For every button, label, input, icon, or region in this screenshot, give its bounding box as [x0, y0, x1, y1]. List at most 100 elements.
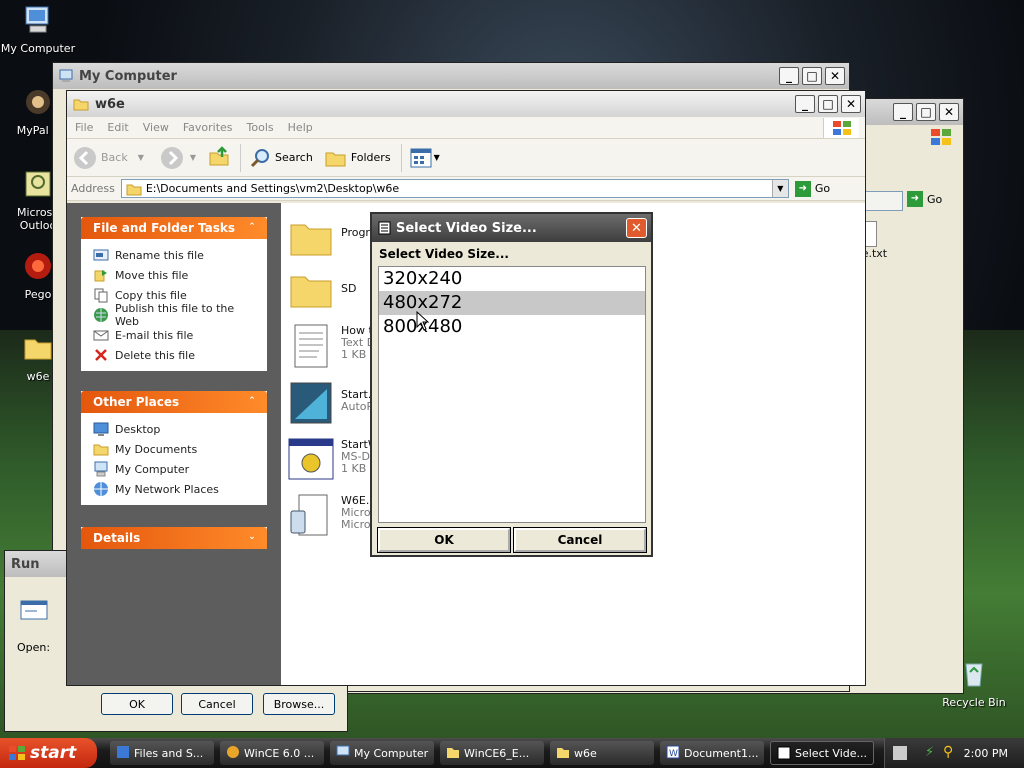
- folder-icon: [73, 99, 89, 111]
- taskbar-item[interactable]: WinCE6_E...: [440, 741, 544, 765]
- search-tray-icon[interactable]: ⚲: [943, 744, 953, 760]
- file-folder-tasks-header[interactable]: File and Folder Tasks ⌃: [81, 217, 267, 239]
- run-cancel-button[interactable]: Cancel: [181, 693, 253, 715]
- taskbar-item[interactable]: w6e: [550, 741, 654, 765]
- system-tray: ⚡ ⚲ 2:00 PM: [884, 738, 1024, 768]
- address-dropdown-button[interactable]: ▼: [771, 180, 788, 197]
- dialog-ok-button[interactable]: OK: [377, 527, 511, 553]
- taskbar-item[interactable]: My Computer: [330, 741, 434, 765]
- option-320x240[interactable]: 320x240: [379, 267, 645, 291]
- maximize-button[interactable]: □: [916, 103, 936, 121]
- computer-icon: [94, 461, 108, 477]
- minimize-button[interactable]: _: [795, 95, 815, 113]
- task-delete[interactable]: Delete this file: [93, 345, 259, 365]
- views-icon: [410, 148, 432, 167]
- close-button[interactable]: ✕: [939, 103, 959, 121]
- address-bar: Address E:\Documents and Settings\vm2\De…: [67, 177, 865, 201]
- file-item[interactable]: StartW MS-DO 1 KB: [287, 435, 379, 483]
- task-rename[interactable]: Rename this file: [93, 245, 259, 265]
- menu-tools[interactable]: Tools: [247, 121, 274, 134]
- app-icon: [227, 746, 239, 758]
- minimize-button[interactable]: _: [893, 103, 913, 121]
- explorer-titlebar[interactable]: w6e _ □ ✕: [67, 91, 865, 117]
- address-input[interactable]: E:\Documents and Settings\vm2\Desktop\w6…: [120, 179, 789, 198]
- taskbar-item-active[interactable]: Select Vide...: [770, 741, 874, 765]
- menu-help[interactable]: Help: [288, 121, 313, 134]
- desktop-icon: [93, 422, 109, 436]
- dialog-cancel-button[interactable]: Cancel: [513, 527, 647, 553]
- dialog-close-button[interactable]: ✕: [626, 218, 647, 238]
- chevron-down-icon[interactable]: ⌄: [245, 530, 259, 544]
- file-item[interactable]: SD: [287, 265, 356, 313]
- rename-icon: [93, 249, 109, 261]
- back-go-button[interactable]: ➜ Go: [907, 191, 942, 207]
- run-browse-button[interactable]: Browse...: [263, 693, 335, 715]
- run-icon: [19, 597, 49, 623]
- file-item[interactable]: W6E.e Microso Microso: [287, 491, 383, 539]
- task-email[interactable]: E-mail this file: [93, 325, 259, 345]
- minimize-button[interactable]: _: [779, 67, 799, 85]
- batch-file-icon: [288, 438, 334, 480]
- up-folder-button[interactable]: [208, 145, 230, 170]
- details-header[interactable]: Details ⌄: [81, 527, 267, 549]
- windows-logo-icon: [823, 118, 859, 138]
- network-tray-icon[interactable]: ⚡: [925, 745, 934, 760]
- file-item[interactable]: Progra: [287, 213, 377, 261]
- my-computer-titlebar[interactable]: My Computer _ □ ✕: [53, 63, 849, 89]
- task-move[interactable]: Move this file: [93, 265, 259, 285]
- taskbar-item[interactable]: W Document1...: [660, 741, 764, 765]
- place-my-network-places[interactable]: My Network Places: [93, 479, 259, 499]
- place-my-computer[interactable]: My Computer: [93, 459, 259, 479]
- chevron-up-icon[interactable]: ⌃: [245, 220, 259, 234]
- menu-favorites[interactable]: Favorites: [183, 121, 233, 134]
- select-video-size-dialog[interactable]: Select Video Size... ✕ Select Video Size…: [370, 212, 653, 557]
- outlook-icon: [25, 171, 51, 197]
- mypal-icon: [26, 90, 50, 114]
- clock[interactable]: 2:00 PM: [964, 747, 1008, 760]
- folder-icon: [290, 276, 332, 308]
- other-places-panel: Other Places ⌃ Desktop My Documents My C…: [81, 391, 267, 505]
- folder-icon: [447, 748, 459, 758]
- chevron-up-icon[interactable]: ⌃: [245, 394, 259, 408]
- app-icon: [777, 746, 791, 760]
- maximize-button[interactable]: □: [818, 95, 838, 113]
- taskbar-item[interactable]: WinCE 6.0 ...: [220, 741, 324, 765]
- back-button[interactable]: Back ▼: [73, 146, 144, 170]
- folder-icon: [557, 748, 569, 758]
- go-button[interactable]: ➜ Go: [794, 180, 830, 197]
- place-desktop[interactable]: Desktop: [93, 419, 259, 439]
- folders-icon: [325, 152, 346, 166]
- email-icon: [93, 330, 109, 341]
- video-size-listbox[interactable]: 320x240 480x272 800x480: [378, 266, 646, 523]
- app-icon: [378, 221, 391, 235]
- menu-edit[interactable]: Edit: [107, 121, 128, 134]
- task-publish[interactable]: Publish this file to the Web: [93, 302, 259, 328]
- svg-text:W: W: [669, 749, 678, 759]
- taskbar-item[interactable]: Files and S...: [110, 741, 214, 765]
- run-ok-button[interactable]: OK: [101, 693, 173, 715]
- forward-button[interactable]: ▼: [160, 146, 196, 170]
- file-item[interactable]: How to Text D1 KB: [287, 321, 380, 369]
- dialog-titlebar[interactable]: Select Video Size... ✕: [372, 214, 651, 242]
- menu-file[interactable]: File: [75, 121, 93, 134]
- mouse-cursor-icon: [416, 311, 430, 331]
- views-button[interactable]: ▼: [410, 148, 440, 168]
- application-icon: [290, 494, 328, 536]
- back-address-dropdown[interactable]: [861, 191, 903, 211]
- start-button[interactable]: start: [0, 738, 97, 768]
- place-my-documents[interactable]: My Documents: [93, 439, 259, 459]
- maximize-button[interactable]: □: [802, 67, 822, 85]
- folders-button[interactable]: Folders: [325, 148, 391, 168]
- file-item[interactable]: Start.e AutoRu: [287, 379, 381, 427]
- keyboard-icon[interactable]: [893, 746, 907, 760]
- search-button[interactable]: Search: [249, 147, 313, 169]
- close-button[interactable]: ✕: [841, 95, 861, 113]
- documents-icon: [93, 444, 109, 456]
- desktop-icon-my-computer[interactable]: My Computer: [0, 4, 76, 55]
- other-places-header[interactable]: Other Places ⌃: [81, 391, 267, 413]
- search-icon: [250, 148, 270, 167]
- close-button[interactable]: ✕: [825, 67, 845, 85]
- menu-view[interactable]: View: [143, 121, 169, 134]
- back-arrow-icon: [74, 146, 96, 169]
- folder-icon: [126, 184, 142, 195]
